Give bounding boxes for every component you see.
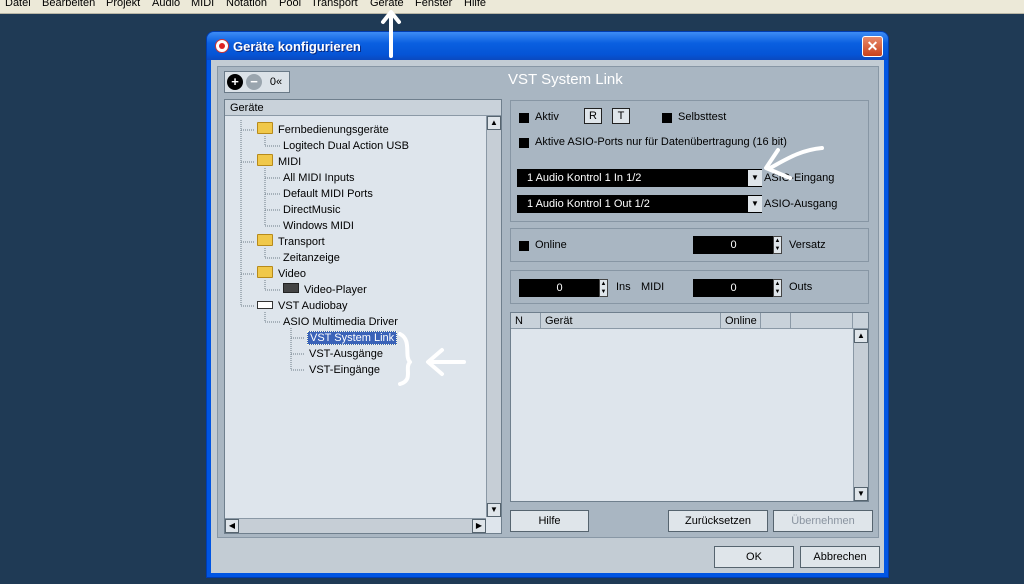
annotation-overlay	[381, 10, 824, 386]
annotation-brace	[398, 332, 412, 386]
